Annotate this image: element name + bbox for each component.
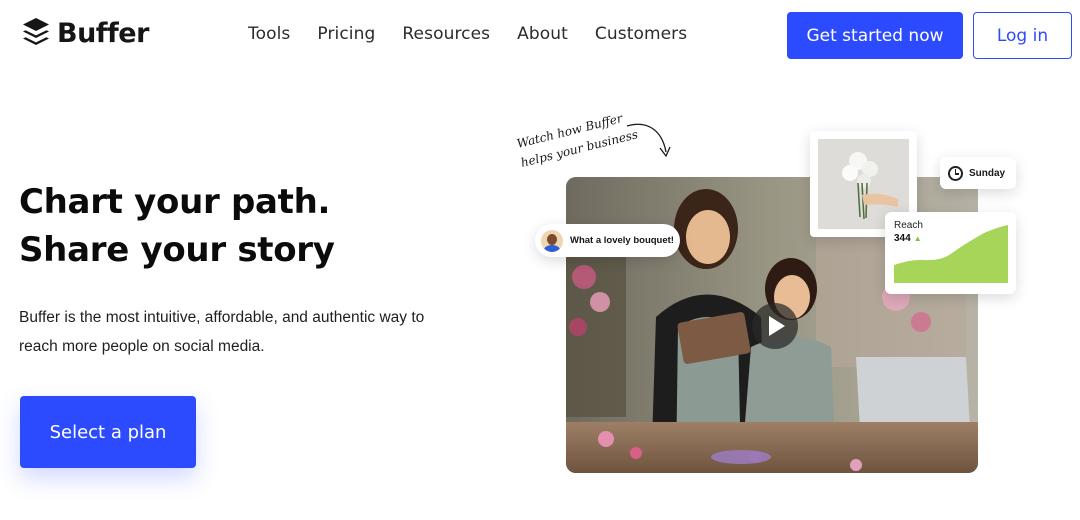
select-plan-button[interactable]: Select a plan xyxy=(20,396,196,468)
hero-title-line-2: Share your story xyxy=(19,230,335,270)
nav-item-resources[interactable]: Resources xyxy=(402,24,490,44)
nav-item-about[interactable]: About xyxy=(517,24,568,44)
avatar xyxy=(541,229,563,252)
brand-name: Buffer xyxy=(57,17,149,49)
hero-title: Chart your path. Share your story xyxy=(19,178,335,274)
reach-trend-graphic xyxy=(894,225,1008,283)
nav-item-pricing[interactable]: Pricing xyxy=(317,24,375,44)
nav-item-tools[interactable]: Tools xyxy=(248,24,290,44)
get-started-button[interactable]: Get started now xyxy=(787,12,963,59)
buffer-logo[interactable]: Buffer xyxy=(22,17,149,49)
comment-text: What a lovely bouquet! xyxy=(570,235,674,246)
reach-card: Reach 344 ▲ xyxy=(885,212,1016,294)
play-button[interactable] xyxy=(752,303,798,349)
schedule-card: Sunday xyxy=(940,157,1016,189)
clock-icon xyxy=(948,165,963,181)
buffer-logo-icon xyxy=(23,18,49,45)
comment-card: What a lovely bouquet! xyxy=(535,224,680,257)
login-button[interactable]: Log in xyxy=(973,12,1072,59)
handwritten-note: Watch how Buffer helps your business xyxy=(515,112,671,170)
play-icon xyxy=(769,316,785,336)
main-nav: Tools Pricing Resources About Customers xyxy=(248,24,714,44)
nav-item-customers[interactable]: Customers xyxy=(595,24,687,44)
schedule-day: Sunday xyxy=(969,167,1006,179)
hero-title-line-1: Chart your path. xyxy=(19,182,331,222)
hero-subtitle: Buffer is the most intuitive, affordable… xyxy=(19,309,425,355)
